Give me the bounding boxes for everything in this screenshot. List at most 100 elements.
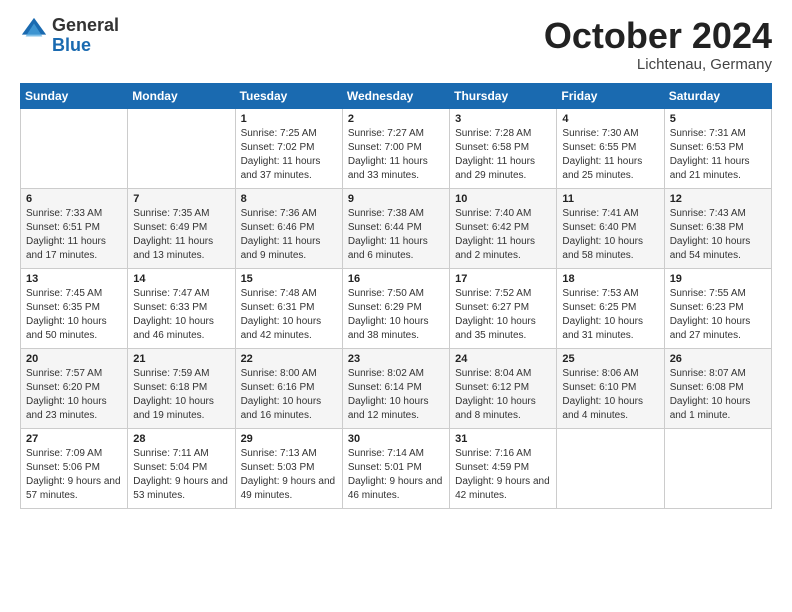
cell-w2-d3: 8Sunrise: 7:36 AM Sunset: 6:46 PM Daylig… [235,188,342,268]
day-info: Sunrise: 7:14 AM Sunset: 5:01 PM Dayligh… [348,447,444,503]
day-number: 12 [670,193,766,205]
day-number: 7 [133,193,229,205]
cell-w2-d6: 11Sunrise: 7:41 AM Sunset: 6:40 PM Dayli… [557,188,664,268]
location: Lichtenau, Germany [544,56,772,73]
day-number: 29 [241,433,337,445]
cell-w5-d1: 27 Sunrise: 7:09 AM Sunset: 5:06 PM Dayli… [21,428,128,508]
cell-w5-d7 [664,428,771,508]
cell-w1-d5: 3 Sunrise: 7:28 AM Sunset: 6:58 PM Daylig… [450,108,557,188]
cell-w4-d3: 22 Sunrise: 8:00 AM Sunset: 6:16 PM Dayli… [235,348,342,428]
day-info: Sunrise: 7:47 AM Sunset: 6:33 PM Dayligh… [133,287,229,343]
cell-w3-d4: 16 Sunrise: 7:50 AM Sunset: 6:29 PM Dayli… [342,268,449,348]
day-info: Sunrise: 7:36 AM Sunset: 6:46 PM Dayligh… [241,207,337,263]
cell-w5-d5: 31Sunrise: 7:16 AM Sunset: 4:59 PM Dayli… [450,428,557,508]
day-info: Sunrise: 8:00 AM Sunset: 6:16 PM Dayligh… [241,367,337,423]
col-sunday: Sunday [21,83,128,108]
cell-w1-d6: 4 Sunrise: 7:30 AM Sunset: 6:55 PM Daylig… [557,108,664,188]
day-number: 15 [241,273,337,285]
day-number: 27 [26,433,122,445]
cell-w3-d5: 17 Sunrise: 7:52 AM Sunset: 6:27 PM Dayli… [450,268,557,348]
logo: General Blue [20,16,119,56]
col-friday: Friday [557,83,664,108]
day-number: 10 [455,193,551,205]
day-info: Sunrise: 7:48 AM Sunset: 6:31 PM Dayligh… [241,287,337,343]
day-info: Sunrise: 7:35 AM Sunset: 6:49 PM Dayligh… [133,207,229,263]
cell-w3-d2: 14Sunrise: 7:47 AM Sunset: 6:33 PM Dayli… [128,268,235,348]
col-thursday: Thursday [450,83,557,108]
day-info: Sunrise: 7:53 AM Sunset: 6:25 PM Dayligh… [562,287,658,343]
day-number: 30 [348,433,444,445]
cell-w5-d2: 28Sunrise: 7:11 AM Sunset: 5:04 PM Dayli… [128,428,235,508]
cell-w5-d3: 29 Sunrise: 7:13 AM Sunset: 5:03 PM Dayli… [235,428,342,508]
week-row-4: 20Sunrise: 7:57 AM Sunset: 6:20 PM Dayli… [21,348,772,428]
day-info: Sunrise: 7:13 AM Sunset: 5:03 PM Dayligh… [241,447,337,503]
day-info: Sunrise: 8:07 AM Sunset: 6:08 PM Dayligh… [670,367,766,423]
week-row-5: 27 Sunrise: 7:09 AM Sunset: 5:06 PM Dayli… [21,428,772,508]
cell-w2-d1: 6 Sunrise: 7:33 AM Sunset: 6:51 PM Daylig… [21,188,128,268]
day-number: 4 [562,113,658,125]
day-number: 3 [455,113,551,125]
day-info: Sunrise: 7:31 AM Sunset: 6:53 PM Dayligh… [670,127,766,183]
col-tuesday: Tuesday [235,83,342,108]
day-number: 24 [455,353,551,365]
day-number: 13 [26,273,122,285]
day-info: Sunrise: 7:59 AM Sunset: 6:18 PM Dayligh… [133,367,229,423]
cell-w1-d1 [21,108,128,188]
day-number: 5 [670,113,766,125]
day-info: Sunrise: 7:55 AM Sunset: 6:23 PM Dayligh… [670,287,766,343]
cell-w1-d4: 2Sunrise: 7:27 AM Sunset: 7:00 PM Daylig… [342,108,449,188]
header-row: Sunday Monday Tuesday Wednesday Thursday… [21,83,772,108]
day-number: 11 [562,193,658,205]
day-info: Sunrise: 7:30 AM Sunset: 6:55 PM Dayligh… [562,127,658,183]
logo-general: General [52,15,119,35]
page: General Blue October 2024 Lichtenau, Ger… [0,0,792,529]
cell-w4-d6: 25Sunrise: 8:06 AM Sunset: 6:10 PM Dayli… [557,348,664,428]
cell-w3-d3: 15 Sunrise: 7:48 AM Sunset: 6:31 PM Dayli… [235,268,342,348]
calendar-table: Sunday Monday Tuesday Wednesday Thursday… [20,83,772,509]
week-row-2: 6 Sunrise: 7:33 AM Sunset: 6:51 PM Daylig… [21,188,772,268]
day-info: Sunrise: 7:09 AM Sunset: 5:06 PM Dayligh… [26,447,122,503]
cell-w4-d5: 24 Sunrise: 8:04 AM Sunset: 6:12 PM Dayli… [450,348,557,428]
cell-w4-d2: 21Sunrise: 7:59 AM Sunset: 6:18 PM Dayli… [128,348,235,428]
logo-blue: Blue [52,35,91,55]
cell-w2-d4: 9 Sunrise: 7:38 AM Sunset: 6:44 PM Daylig… [342,188,449,268]
day-info: Sunrise: 7:33 AM Sunset: 6:51 PM Dayligh… [26,207,122,263]
day-info: Sunrise: 7:50 AM Sunset: 6:29 PM Dayligh… [348,287,444,343]
day-number: 1 [241,113,337,125]
day-number: 9 [348,193,444,205]
day-number: 26 [670,353,766,365]
day-number: 17 [455,273,551,285]
day-info: Sunrise: 7:28 AM Sunset: 6:58 PM Dayligh… [455,127,551,183]
day-info: Sunrise: 7:43 AM Sunset: 6:38 PM Dayligh… [670,207,766,263]
day-info: Sunrise: 8:04 AM Sunset: 6:12 PM Dayligh… [455,367,551,423]
week-row-3: 13 Sunrise: 7:45 AM Sunset: 6:35 PM Dayli… [21,268,772,348]
cell-w5-d6 [557,428,664,508]
day-number: 31 [455,433,551,445]
cell-w4-d7: 26 Sunrise: 8:07 AM Sunset: 6:08 PM Dayli… [664,348,771,428]
day-number: 23 [348,353,444,365]
day-info: Sunrise: 7:27 AM Sunset: 7:00 PM Dayligh… [348,127,444,183]
title-block: October 2024 Lichtenau, Germany [544,16,772,73]
cell-w1-d2 [128,108,235,188]
month-title: October 2024 [544,16,772,56]
logo-text: General Blue [52,16,119,56]
day-number: 19 [670,273,766,285]
col-wednesday: Wednesday [342,83,449,108]
day-number: 28 [133,433,229,445]
day-number: 22 [241,353,337,365]
col-saturday: Saturday [664,83,771,108]
cell-w1-d3: 1Sunrise: 7:25 AM Sunset: 7:02 PM Daylig… [235,108,342,188]
day-info: Sunrise: 7:45 AM Sunset: 6:35 PM Dayligh… [26,287,122,343]
col-monday: Monday [128,83,235,108]
day-number: 16 [348,273,444,285]
cell-w2-d2: 7 Sunrise: 7:35 AM Sunset: 6:49 PM Daylig… [128,188,235,268]
day-info: Sunrise: 7:38 AM Sunset: 6:44 PM Dayligh… [348,207,444,263]
cell-w4-d4: 23 Sunrise: 8:02 AM Sunset: 6:14 PM Dayli… [342,348,449,428]
day-info: Sunrise: 7:52 AM Sunset: 6:27 PM Dayligh… [455,287,551,343]
day-number: 6 [26,193,122,205]
day-info: Sunrise: 8:02 AM Sunset: 6:14 PM Dayligh… [348,367,444,423]
day-info: Sunrise: 7:40 AM Sunset: 6:42 PM Dayligh… [455,207,551,263]
day-info: Sunrise: 8:06 AM Sunset: 6:10 PM Dayligh… [562,367,658,423]
day-number: 20 [26,353,122,365]
cell-w3-d7: 19 Sunrise: 7:55 AM Sunset: 6:23 PM Dayli… [664,268,771,348]
